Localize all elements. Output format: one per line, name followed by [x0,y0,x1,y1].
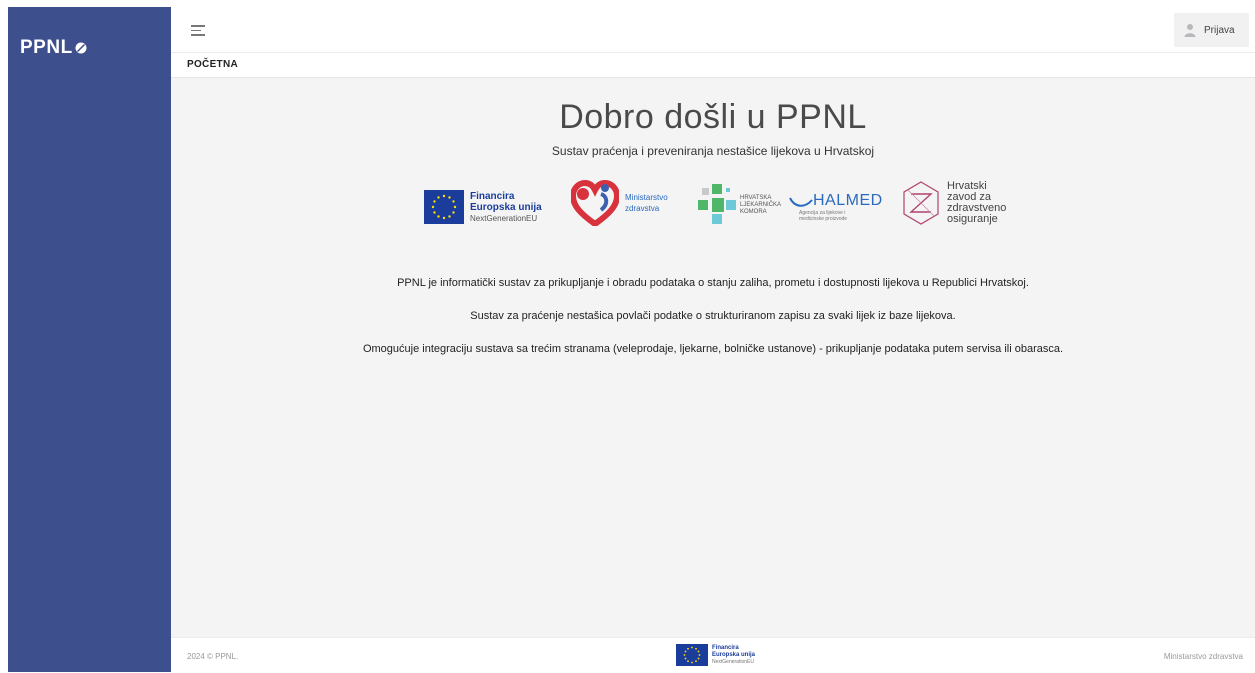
hzzo-line4: osiguranje [947,213,998,225]
footer-eu-logo: Financira Europska unija NextGenerationE… [676,644,755,666]
breadcrumb: POČETNA [187,59,238,70]
hljk-line3: KOMORA [740,208,767,215]
sidebar: PPNL [8,7,171,672]
halmed-tagline2: medicinske proizvode [799,216,848,222]
eu-logo-line2: Europska unija [470,201,542,213]
intro-paragraph-2: Sustav za praćenje nestašica povlači pod… [470,310,956,322]
ministry-heart-icon [571,180,619,226]
halmed-logo: HALMED Agencija za lijekove i medicinske… [789,192,883,222]
hljk-line1: HRVATSKA [740,194,772,201]
login-label: Prijava [1204,24,1235,36]
footer-eu-flag-icon [676,644,708,666]
ministry-logo: Ministarstvo zdravstva [571,180,668,226]
ministry-line1: Ministarstvo [625,193,668,202]
hljk-logo: HRVATSKA LJEKARNIČKA KOMORA [698,184,781,226]
footer-eu-line1: Financira [712,645,739,651]
intro-paragraph-3: Omogućuje integraciju sustava sa trećim … [362,343,1064,355]
halmed-swoosh-icon [789,197,813,207]
top-bar: Prijava [171,7,1255,53]
eu-logo-line3: NextGenerationEU [470,213,538,223]
menu-toggle-icon[interactable] [191,25,205,37]
eu-logo-line1: Financira [470,190,515,202]
user-icon [1184,24,1196,37]
footer-ministry: Ministarstvo zdravstva [1163,652,1243,661]
footer-eu-line3: NextGenerationEU [712,659,754,665]
main-area: Prijava POČETNA Dobro došli u PPNL Susta… [171,7,1255,673]
breadcrumb-bar: POČETNA [171,53,1255,78]
hzzo-logo: Hrvatski zavod za zdravstveno osiguranje [901,180,1006,226]
hljk-cross-icon [698,184,736,224]
footer: 2024 © PPNL. Financira Europska unija Ne… [171,637,1255,673]
brand-name: PPNL [20,37,73,58]
intro-paragraph-1: PPNL je informatički sustav za prikuplja… [397,277,1029,289]
eu-logo: Financira Europska unija NextGenerationE… [424,190,542,224]
hljk-line2: LJEKARNIČKA [740,201,782,208]
footer-eu-line2: Europska unija [712,652,756,658]
eu-flag-icon [424,190,464,224]
partner-logos: Financira Europska unija NextGenerationE… [171,178,1255,238]
page-title: Dobro došli u PPNL [559,98,867,136]
pill-icon [75,42,87,54]
brand-logo[interactable]: PPNL [20,37,87,59]
hzzo-emblem-icon [903,181,939,225]
halmed-name: HALMED [813,192,883,209]
footer-copyright: 2024 © PPNL. [187,652,239,661]
ministry-line2: zdravstva [625,204,660,213]
page-subtitle: Sustav praćenja i preveniranja nestašice… [551,144,875,158]
login-button[interactable]: Prijava [1174,13,1249,47]
app: PPNL Prijava POČETNA Dobro došli u PPNL … [8,7,1255,673]
